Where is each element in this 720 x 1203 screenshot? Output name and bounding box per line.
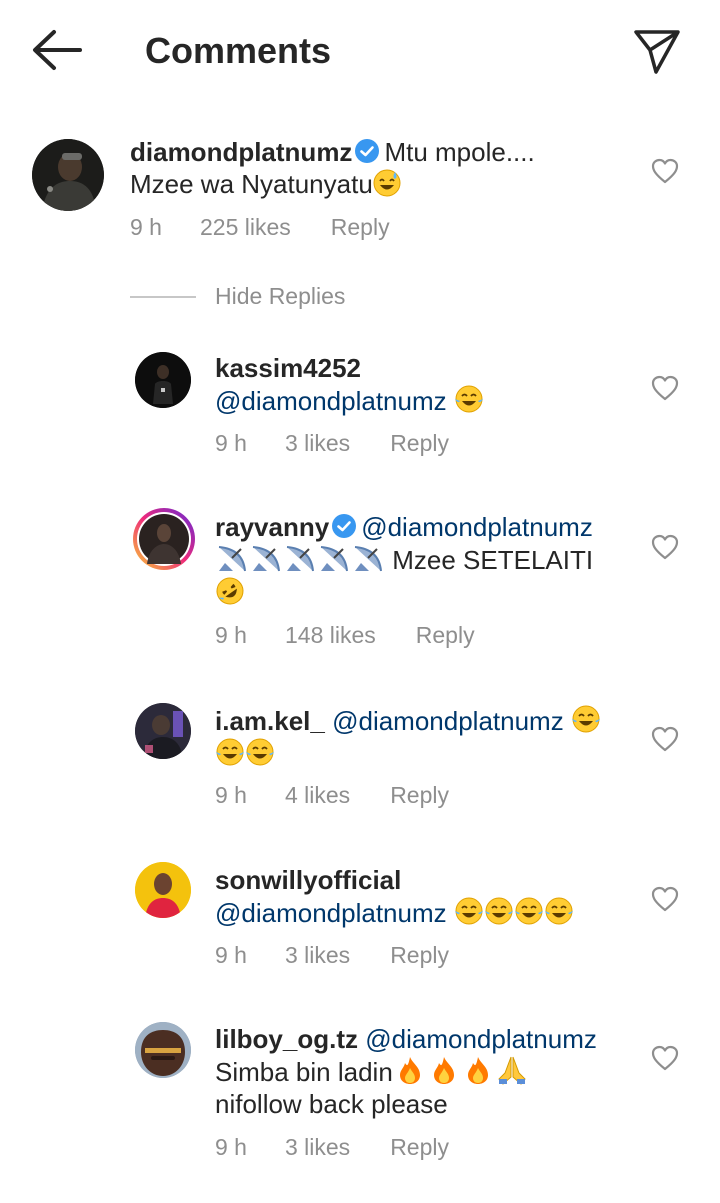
avatar[interactable] [32, 139, 104, 211]
reply-button[interactable]: Reply [390, 430, 449, 457]
reply-time: 9 h [215, 942, 247, 968]
satellite-antenna-emoji-icon [218, 546, 246, 572]
reply-time: 9 h [215, 622, 247, 648]
reply-username[interactable]: lilboy_og.tz [215, 1024, 358, 1054]
tears-of-joy-emoji-icon [571, 705, 600, 733]
tears-of-joy-emoji-icon [216, 738, 244, 766]
comment-text-line2: Mzee wa Nyatunyatu [130, 169, 373, 199]
fire-emoji-icon [467, 1057, 488, 1084]
verified-badge-icon [355, 139, 380, 163]
header-bar: Comments [0, 0, 720, 100]
reply-text: Mzee SETELAITI [392, 545, 594, 575]
reply-time: 9 h [215, 430, 247, 456]
tears-of-joy-emoji-icon [246, 738, 274, 766]
folded-hands-emoji-icon [498, 1056, 526, 1085]
like-heart-icon[interactable] [651, 886, 679, 912]
comment-text-line1: Mtu mpole.... [384, 137, 535, 167]
reply-likes[interactable]: 3 likes [285, 942, 350, 969]
reply-button[interactable]: Reply [416, 622, 475, 649]
reply-text-line2: nifollow back please [215, 1089, 448, 1119]
mention-link[interactable]: @diamondplatnumz [215, 898, 447, 928]
page-title: Comments [145, 30, 332, 71]
avatar-photo-icon [135, 1022, 191, 1078]
fire-emoji-icon [399, 1057, 420, 1084]
reply-button[interactable]: Reply [390, 942, 449, 969]
avatar[interactable] [135, 352, 191, 408]
satellite-antenna-emoji-icon [252, 546, 280, 572]
reply-username[interactable]: kassim4252 [215, 353, 361, 383]
reply-username[interactable]: sonwillyofficial [215, 865, 401, 895]
like-heart-icon[interactable] [651, 375, 679, 401]
comment-username[interactable]: diamondplatnumz [130, 137, 352, 167]
reply-likes[interactable]: 3 likes [285, 430, 350, 457]
reply-username[interactable]: rayvanny [215, 512, 329, 542]
reply-text-line1: Simba bin ladin [215, 1057, 393, 1087]
avatar-photo-icon [32, 139, 104, 211]
reply-button[interactable]: Reply [390, 782, 449, 809]
reply-time: 9 h [215, 782, 247, 808]
divider-line [130, 296, 196, 298]
hide-replies-label[interactable]: Hide Replies [215, 283, 345, 310]
avatar-photo-icon [135, 862, 191, 918]
sweat-smile-emoji-icon [373, 169, 401, 197]
mention-link[interactable]: @diamondplatnumz [361, 512, 593, 542]
avatar-photo-icon [135, 703, 191, 759]
verified-badge-icon [332, 514, 357, 538]
avatar[interactable] [135, 862, 191, 918]
avatar-photo-icon [137, 512, 191, 566]
reply-likes[interactable]: 3 likes [285, 1134, 350, 1161]
satellite-antenna-emoji-icon [354, 546, 382, 572]
mention-link[interactable]: @diamondplatnumz [215, 386, 447, 416]
avatar[interactable] [135, 1022, 191, 1078]
fire-emoji-icon [433, 1057, 454, 1084]
tears-of-joy-emoji-icon [544, 897, 573, 925]
tears-of-joy-emoji-icon [454, 385, 483, 413]
like-heart-icon[interactable] [651, 1045, 679, 1071]
avatar[interactable] [135, 703, 191, 759]
reply-button[interactable]: Reply [390, 1134, 449, 1161]
avatar-photo-icon [135, 352, 191, 408]
mention-link[interactable]: @diamondplatnumz [365, 1024, 597, 1054]
reply-username[interactable]: i.am.kel_ [215, 706, 325, 736]
tears-of-joy-emoji-icon [484, 897, 513, 925]
satellite-antenna-emoji-icon [320, 546, 348, 572]
satellite-antenna-emoji-icon [286, 546, 314, 572]
reply-time: 9 h [215, 1134, 247, 1160]
avatar-story-ring[interactable] [133, 508, 195, 570]
reply-button[interactable]: Reply [331, 214, 390, 241]
tears-of-joy-emoji-icon [514, 897, 543, 925]
rolling-on-floor-laughing-emoji-icon [216, 577, 244, 605]
like-heart-icon[interactable] [651, 726, 679, 752]
comment-likes[interactable]: 225 likes [200, 214, 291, 241]
like-heart-icon[interactable] [651, 158, 679, 184]
like-heart-icon[interactable] [651, 534, 679, 560]
tears-of-joy-emoji-icon [454, 897, 483, 925]
back-arrow-icon[interactable] [30, 28, 82, 72]
comment-time: 9 h [130, 214, 162, 240]
reply-likes[interactable]: 148 likes [285, 622, 376, 649]
reply-likes[interactable]: 4 likes [285, 782, 350, 809]
direct-send-icon[interactable] [632, 26, 682, 76]
mention-link[interactable]: @diamondplatnumz [332, 706, 564, 736]
